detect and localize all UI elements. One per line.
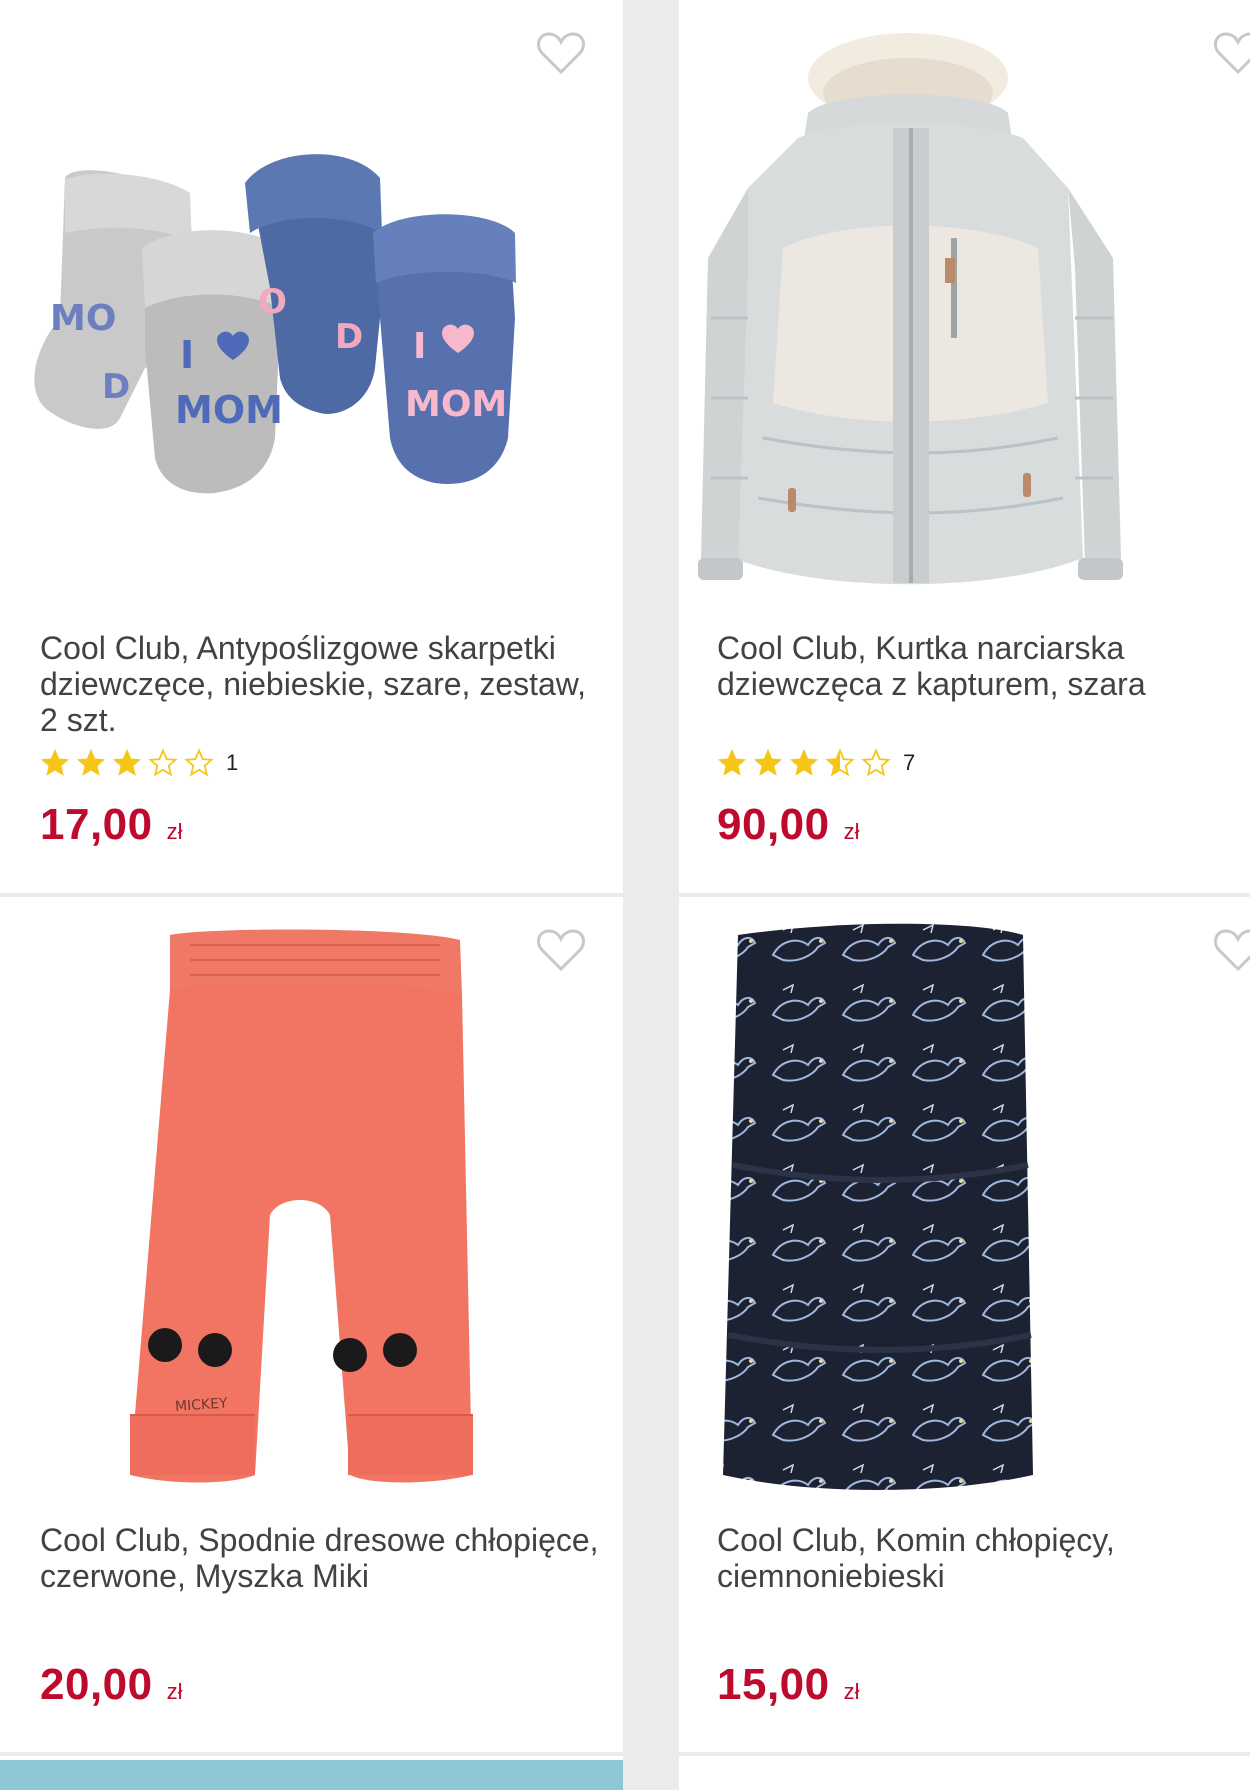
blue-sock-front: I MOM bbox=[373, 214, 516, 484]
svg-text:MOM: MOM bbox=[405, 384, 507, 425]
product-card[interactable]: Cool Club, Komin chłopięcy, ciemnoniebie… bbox=[679, 897, 1250, 1752]
product-card[interactable] bbox=[0, 1756, 623, 1790]
product-card[interactable]: MO D I MOM O D I MOM Cool Club, Antypośl… bbox=[0, 0, 623, 893]
svg-text:D: D bbox=[102, 367, 130, 407]
product-card[interactable]: Cool Club, Kurtka narciarska dziewczęca … bbox=[679, 0, 1250, 893]
price: 15,00 zł bbox=[717, 1660, 860, 1712]
svg-text:O: O bbox=[258, 282, 287, 322]
rating-count: 7 bbox=[903, 750, 916, 775]
price-value: 15,00 bbox=[717, 1660, 830, 1709]
svg-text:I: I bbox=[180, 333, 194, 377]
star-empty-icon bbox=[861, 748, 891, 777]
star-full-icon bbox=[40, 748, 70, 776]
svg-text:MO: MO bbox=[50, 298, 116, 339]
svg-text:D: D bbox=[335, 317, 363, 357]
product-image[interactable] bbox=[679, 1760, 1250, 1790]
price-value: 90,00 bbox=[717, 800, 830, 849]
product-image[interactable]: MICKEY bbox=[30, 915, 590, 1505]
price: 90,00 zł bbox=[717, 800, 860, 852]
price-currency: zł bbox=[843, 819, 860, 844]
star-empty-icon bbox=[184, 748, 214, 777]
product-image[interactable] bbox=[0, 1760, 623, 1790]
product-title[interactable]: Cool Club, Spodnie dresowe chłopięce, cz… bbox=[40, 1522, 600, 1594]
price-currency: zł bbox=[843, 1679, 860, 1704]
rating: 7 bbox=[717, 746, 915, 780]
price-value: 17,00 bbox=[40, 800, 153, 849]
price-currency: zł bbox=[166, 1679, 183, 1704]
product-title[interactable]: Cool Club, Antypoślizgowe skarpetki dzie… bbox=[40, 630, 600, 738]
star-full-icon bbox=[753, 748, 783, 776]
product-image[interactable] bbox=[693, 18, 1223, 608]
grey-sock-front: I MOM bbox=[142, 230, 283, 494]
price: 17,00 zł bbox=[40, 800, 183, 852]
star-full-icon bbox=[76, 748, 106, 776]
product-card[interactable]: MICKEY Cool Club, Spodnie dresowe chłopi… bbox=[0, 897, 623, 1752]
rating-count: 1 bbox=[226, 750, 239, 775]
product-title[interactable]: Cool Club, Komin chłopięcy, ciemnoniebie… bbox=[717, 1522, 1237, 1594]
price-value: 20,00 bbox=[40, 1660, 153, 1709]
product-image[interactable]: MO D I MOM O D I MOM bbox=[30, 18, 590, 608]
price: 20,00 zł bbox=[40, 1660, 183, 1712]
star-full-icon bbox=[717, 748, 747, 776]
svg-text:MOM: MOM bbox=[175, 388, 283, 432]
svg-text:I: I bbox=[413, 326, 426, 367]
star-full-icon bbox=[789, 748, 819, 776]
rating: 1 bbox=[40, 746, 238, 780]
star-full-icon bbox=[112, 748, 142, 776]
product-card[interactable] bbox=[679, 1756, 1250, 1790]
star-empty-icon bbox=[148, 748, 178, 777]
product-title[interactable]: Cool Club, Kurtka narciarska dziewczęca … bbox=[717, 630, 1237, 702]
price-currency: zł bbox=[166, 819, 183, 844]
product-image[interactable] bbox=[693, 915, 1223, 1505]
star-half-icon bbox=[825, 748, 855, 777]
